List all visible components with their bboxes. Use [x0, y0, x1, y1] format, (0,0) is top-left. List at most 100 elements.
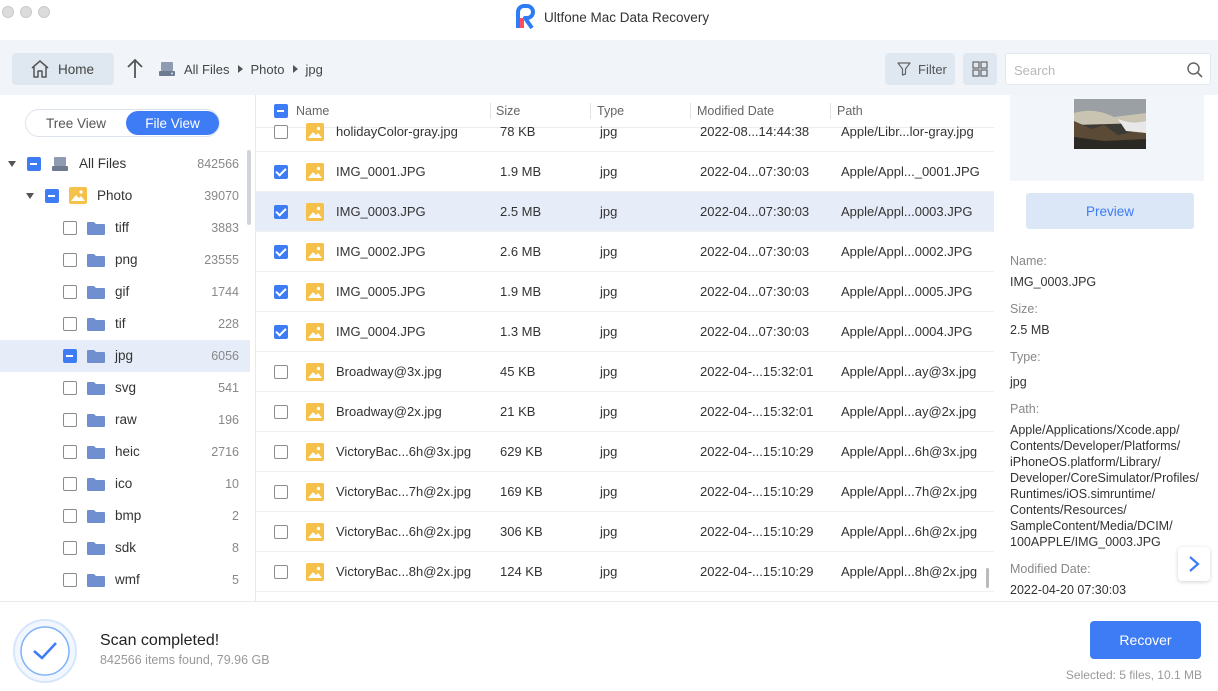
folder-icon — [87, 254, 105, 267]
expand-arrow-icon[interactable] — [8, 161, 16, 167]
home-icon — [31, 60, 49, 78]
window-minimize-button[interactable] — [20, 6, 32, 18]
row-checkbox[interactable] — [274, 565, 288, 579]
tree-item-jpg[interactable]: jpg 6056 — [0, 340, 250, 372]
file-row[interactable]: VictoryBac...6h@3x.jpg 629 KB jpg 2022-04-.… — [256, 432, 994, 472]
path-line: Contents/Resources/ — [1010, 503, 1127, 517]
tree-item-count: 5 — [232, 573, 239, 587]
file-type: jpg — [600, 524, 618, 539]
row-checkbox[interactable] — [274, 245, 288, 259]
tree-item-label: tiff — [115, 220, 130, 235]
info-path-label: Path: — [1010, 402, 1040, 416]
window-zoom-button[interactable] — [38, 6, 50, 18]
row-checkbox[interactable] — [274, 125, 288, 139]
file-size: 124 KB — [500, 564, 543, 579]
home-button[interactable]: Home — [12, 53, 114, 85]
row-checkbox[interactable] — [274, 445, 288, 459]
tree-item-png[interactable]: png 23555 — [0, 244, 250, 276]
up-arrow-icon[interactable] — [124, 57, 146, 81]
file-path: Apple/Appl..._0001.JPG — [841, 164, 980, 179]
photo-checkbox[interactable] — [45, 189, 59, 203]
tree-item-tiff[interactable]: tiff 3883 — [0, 212, 250, 244]
folder-checkbox[interactable] — [63, 349, 77, 363]
row-checkbox[interactable] — [274, 405, 288, 419]
file-name: VictoryBac...6h@3x.jpg — [336, 444, 472, 459]
file-row[interactable]: Broadway@3x.jpg 45 KB jpg 2022-04-...15:32:… — [256, 352, 994, 392]
filter-button[interactable]: Filter — [885, 53, 955, 85]
breadcrumb-all-files[interactable]: All Files — [184, 62, 230, 77]
tree-item-all-files[interactable]: All Files 842566 — [0, 148, 250, 180]
file-path: Apple/Appl...0003.JPG — [841, 204, 973, 219]
file-view-button[interactable]: File View — [126, 111, 219, 135]
file-name: IMG_0003.JPG — [336, 204, 426, 219]
all-files-checkbox[interactable] — [27, 157, 41, 171]
preview-button[interactable]: Preview — [1026, 193, 1194, 229]
row-checkbox[interactable] — [274, 485, 288, 499]
tree-item-heic[interactable]: heic 2716 — [0, 436, 250, 468]
next-arrow-button[interactable] — [1178, 547, 1210, 581]
tree-item-label: jpg — [115, 348, 134, 363]
filter-label: Filter — [918, 61, 947, 77]
tree-item-raw[interactable]: raw 196 — [0, 404, 250, 436]
file-row[interactable]: Broadway@2x.jpg 21 KB jpg 2022-04-...15:32:… — [256, 392, 994, 432]
photo-folder-icon — [69, 187, 87, 204]
folder-checkbox[interactable] — [63, 477, 77, 491]
folder-icon — [87, 510, 105, 523]
file-modified-date: 2022-04-...15:10:29 — [700, 524, 814, 539]
file-row[interactable]: IMG_0005.JPG 1.9 MB jpg 2022-04...07:30:03 A… — [256, 272, 994, 312]
folder-checkbox[interactable] — [63, 445, 77, 459]
search-icon[interactable] — [1186, 61, 1204, 79]
window-close-button[interactable] — [2, 6, 14, 18]
breadcrumb-separator-icon — [292, 65, 298, 73]
file-row[interactable]: VictoryBac...8h@2x.jpg 124 KB jpg 2022-04-.… — [256, 552, 994, 592]
tree-item-sdk[interactable]: sdk 8 — [0, 532, 250, 564]
folder-checkbox[interactable] — [63, 413, 77, 427]
folder-checkbox[interactable] — [63, 509, 77, 523]
folder-checkbox[interactable] — [63, 573, 77, 587]
folder-checkbox[interactable] — [63, 221, 77, 235]
tree-view-button[interactable]: Tree View — [26, 110, 126, 136]
breadcrumb-jpg[interactable]: jpg — [306, 62, 323, 77]
recover-button[interactable]: Recover — [1090, 621, 1201, 659]
folder-checkbox[interactable] — [63, 253, 77, 267]
folder-checkbox[interactable] — [63, 541, 77, 555]
tree-item-photo[interactable]: Photo 39070 — [0, 180, 250, 212]
tree-item-ico[interactable]: ico 10 — [0, 468, 250, 500]
tree-item-gif[interactable]: gif 1744 — [0, 276, 250, 308]
file-name: IMG_0002.JPG — [336, 244, 426, 259]
row-checkbox[interactable] — [274, 365, 288, 379]
list-scrollbar[interactable] — [986, 568, 989, 588]
file-row[interactable]: VictoryBac...6h@2x.jpg 306 KB jpg 2022-04-.… — [256, 512, 994, 552]
folder-checkbox[interactable] — [63, 285, 77, 299]
file-row[interactable]: holidayColor-gray.jpg 78 KB jpg 2022-08...1… — [256, 112, 994, 152]
row-checkbox[interactable] — [274, 165, 288, 179]
file-name: VictoryBac...6h@2x.jpg — [336, 524, 472, 539]
folder-checkbox[interactable] — [63, 381, 77, 395]
tree-item-svg[interactable]: svg 541 — [0, 372, 250, 404]
file-row[interactable]: IMG_0004.JPG 1.3 MB jpg 2022-04...07:30:03 A… — [256, 312, 994, 352]
tree-item-bmp[interactable]: bmp 2 — [0, 500, 250, 532]
file-modified-date: 2022-08...14:44:38 — [700, 124, 810, 139]
row-checkbox[interactable] — [274, 325, 288, 339]
grid-view-button[interactable] — [963, 53, 997, 85]
info-type-label: Type: — [1010, 350, 1041, 364]
file-name: Broadway@3x.jpg — [336, 364, 442, 379]
file-name: holidayColor-gray.jpg — [336, 124, 458, 139]
file-row[interactable]: IMG_0001.JPG 1.9 MB jpg 2022-04...07:30:03 A… — [256, 152, 994, 192]
search-input[interactable] — [1014, 60, 1174, 80]
file-row[interactable]: IMG_0002.JPG 2.6 MB jpg 2022-04...07:30:03 A… — [256, 232, 994, 272]
expand-arrow-icon[interactable] — [26, 193, 34, 199]
file-row[interactable]: VictoryBac...7h@2x.jpg 169 KB jpg 2022-04-.… — [256, 472, 994, 512]
breadcrumb-photo[interactable]: Photo — [251, 62, 285, 77]
tree-scrollbar[interactable] — [247, 150, 251, 225]
file-row[interactable]: IMG_0003.JPG 2.5 MB jpg 2022-04...07:30:03 A… — [256, 192, 994, 232]
tree-item-label: heic — [115, 444, 140, 459]
row-checkbox[interactable] — [274, 205, 288, 219]
tree-item-tif[interactable]: tif 228 — [0, 308, 250, 340]
folder-checkbox[interactable] — [63, 317, 77, 331]
row-checkbox[interactable] — [274, 525, 288, 539]
image-file-icon — [306, 283, 324, 301]
tree-item-wmf[interactable]: wmf 5 — [0, 564, 250, 596]
toolbar: Home All Files Photo jpg Filter — [0, 40, 1218, 95]
row-checkbox[interactable] — [274, 285, 288, 299]
